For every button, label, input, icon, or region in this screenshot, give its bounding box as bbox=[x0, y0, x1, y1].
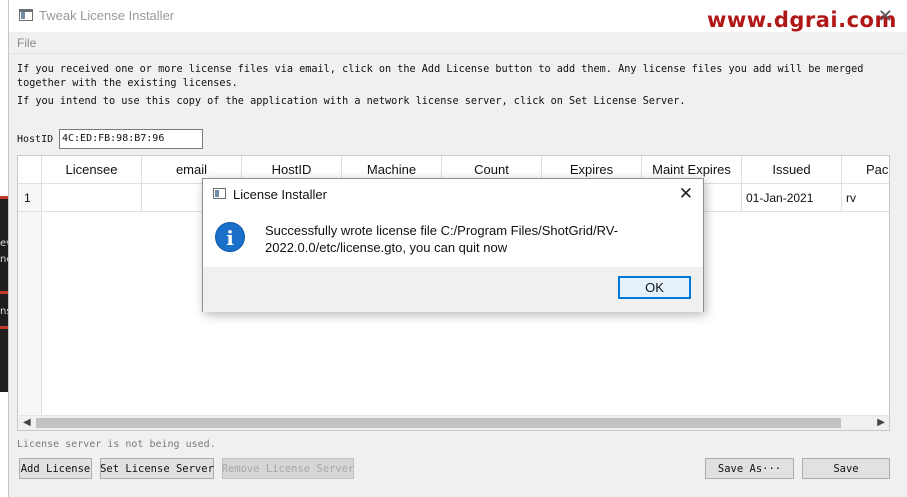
table-cell-package[interactable]: rv bbox=[842, 184, 889, 212]
window-close-icon[interactable]: ✕ bbox=[878, 6, 893, 27]
ok-button[interactable]: OK bbox=[618, 276, 691, 299]
dialog-window-icon bbox=[213, 188, 226, 199]
save-as-button[interactable]: Save As··· bbox=[705, 458, 794, 479]
remove-license-server-button[interactable]: Remove License Server bbox=[222, 458, 354, 479]
hostid-field[interactable]: 4C:ED:FB:98:B7:96 bbox=[59, 129, 203, 149]
horizontal-scrollbar[interactable]: ◀ ▶ bbox=[18, 415, 889, 430]
dialog-title-bar: License Installer ✕ bbox=[203, 179, 703, 209]
save-button[interactable]: Save bbox=[802, 458, 890, 479]
add-license-button[interactable]: Add License bbox=[19, 458, 92, 479]
table-cell[interactable] bbox=[42, 184, 142, 212]
info-text-line: If you received one or more license file… bbox=[17, 64, 864, 75]
row-header-area bbox=[18, 212, 42, 417]
scroll-right-icon[interactable]: ▶ bbox=[877, 417, 885, 428]
window-title: Tweak License Installer bbox=[39, 8, 175, 23]
information-icon: i bbox=[215, 222, 245, 252]
info-text-line: If you intend to use this copy of the ap… bbox=[17, 96, 686, 107]
hostid-label: HostID bbox=[17, 134, 54, 145]
menu-file[interactable]: File bbox=[17, 36, 36, 50]
license-server-status: License server is not being used. bbox=[17, 439, 216, 450]
scroll-left-icon[interactable]: ◀ bbox=[23, 417, 31, 428]
menu-bar: File bbox=[9, 32, 907, 54]
column-header-package[interactable]: Packa bbox=[842, 156, 889, 184]
dialog-close-icon[interactable]: ✕ bbox=[679, 184, 693, 204]
set-license-server-button[interactable]: Set License Server bbox=[100, 458, 214, 479]
app-window-icon bbox=[19, 9, 33, 21]
scrollbar-thumb[interactable] bbox=[36, 418, 841, 428]
license-installer-dialog: License Installer ✕ i Successfully wrote… bbox=[202, 178, 704, 312]
dialog-message: Successfully wrote license file C:/Progr… bbox=[265, 223, 619, 255]
title-bar: Tweak License Installer www.dgrai.com ✕ bbox=[9, 0, 907, 32]
column-header-corner[interactable] bbox=[18, 156, 42, 184]
dialog-title: License Installer bbox=[233, 187, 327, 202]
row-number[interactable]: 1 bbox=[18, 184, 42, 212]
watermark-text: www.dgrai.com bbox=[707, 8, 897, 32]
table-cell-issued[interactable]: 01-Jan-2021 bbox=[742, 184, 842, 212]
column-header-issued[interactable]: Issued bbox=[742, 156, 842, 184]
info-text-line: together with the existing licenses. bbox=[17, 78, 238, 89]
column-header-licensee[interactable]: Licensee bbox=[42, 156, 142, 184]
